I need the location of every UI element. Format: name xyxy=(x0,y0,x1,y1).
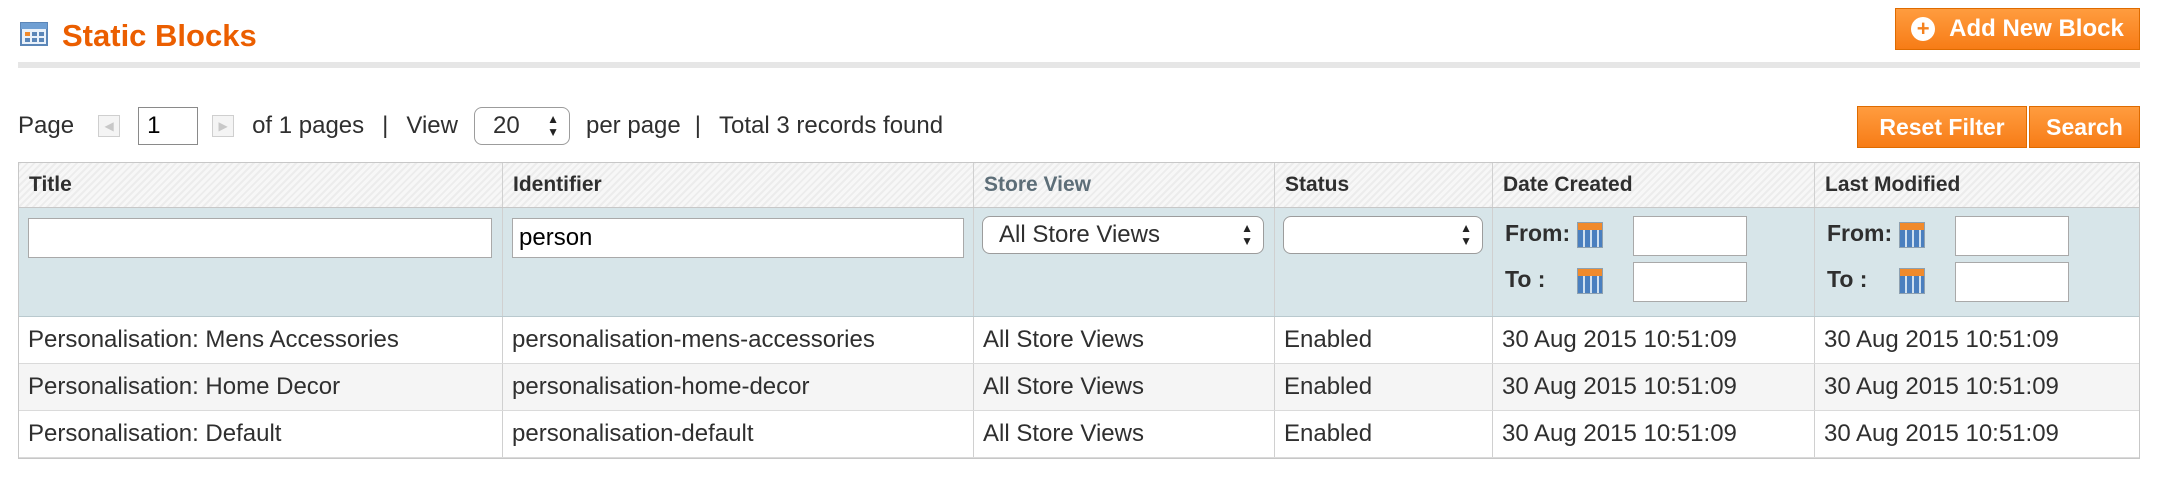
static-blocks-grid: Title Identifier Store View Status Date … xyxy=(18,162,2140,459)
column-header-title[interactable]: Title xyxy=(19,163,503,207)
next-page-icon[interactable]: ▶ xyxy=(212,115,235,137)
updown-arrow-icon: ▲ ▼ xyxy=(547,112,559,139)
cell-status: Enabled xyxy=(1275,411,1493,457)
calendar-icon[interactable] xyxy=(1899,222,1925,248)
filter-cell-identifier xyxy=(503,208,974,316)
cell-identifier: personalisation-mens-accessories xyxy=(503,317,974,363)
cell-status: Enabled xyxy=(1275,317,1493,363)
pager-separator: | xyxy=(382,112,389,139)
view-label: View xyxy=(406,112,458,139)
cell-date-created: 30 Aug 2015 10:51:09 xyxy=(1493,411,1815,457)
grid-icon xyxy=(20,22,48,46)
reset-filter-button[interactable]: Reset Filter xyxy=(1857,106,2027,148)
status-filter-select[interactable]: ▲ ▼ xyxy=(1283,216,1483,254)
page-title: Static Blocks xyxy=(62,18,257,53)
cell-last-modified: 30 Aug 2015 10:51:09 xyxy=(1824,326,2059,353)
pager-separator-2: | xyxy=(694,112,701,139)
updown-arrow-icon: ▲ ▼ xyxy=(1460,221,1472,248)
table-row[interactable]: Personalisation: Home Decor personalisat… xyxy=(19,364,2139,411)
calendar-icon[interactable] xyxy=(1577,268,1603,294)
per-page-value: 20 xyxy=(492,112,520,139)
identifier-filter-input[interactable] xyxy=(512,218,964,258)
filter-cell-store-view: All Store Views ▲ ▼ xyxy=(974,208,1275,316)
cell-title: Personalisation: Default xyxy=(19,411,503,457)
cell-last-modified: 30 Aug 2015 10:51:09 xyxy=(1824,420,2059,447)
column-header-last-modified[interactable]: Last Modified xyxy=(1815,163,2139,207)
header-divider xyxy=(18,62,2140,68)
date-created-from-label: From: xyxy=(1505,220,1571,246)
cell-store-view: All Store Views xyxy=(974,317,1275,363)
cell-store-view: All Store Views xyxy=(974,364,1275,410)
date-created-from-input[interactable] xyxy=(1633,216,1747,256)
column-header-store-view: Store View xyxy=(974,163,1275,207)
grid-header-row: Title Identifier Store View Status Date … xyxy=(19,163,2139,208)
last-modified-from-label: From: xyxy=(1827,220,1893,246)
add-new-block-button[interactable]: + Add New Block xyxy=(1895,8,2140,50)
last-modified-from-input[interactable] xyxy=(1955,216,2069,256)
updown-arrow-icon: ▲ ▼ xyxy=(1241,221,1253,248)
page-label: Page xyxy=(18,112,75,139)
total-records: Total 3 records found xyxy=(718,112,944,139)
filter-cell-last-modified: From: To : xyxy=(1815,208,2139,316)
last-modified-to-input[interactable] xyxy=(1955,262,2069,302)
cell-identifier: personalisation-home-decor xyxy=(503,364,974,410)
add-new-block-label: Add New Block xyxy=(1949,15,2124,42)
filter-cell-date-created: From: To : xyxy=(1493,208,1815,316)
cell-title: Personalisation: Mens Accessories xyxy=(19,317,503,363)
title-filter-input[interactable] xyxy=(28,218,492,258)
per-page-label: per page xyxy=(585,112,681,139)
table-row[interactable]: Personalisation: Mens Accessories person… xyxy=(19,317,2139,364)
calendar-icon[interactable] xyxy=(1577,222,1603,248)
last-modified-to-label: To : xyxy=(1827,266,1868,292)
cell-last-modified: 30 Aug 2015 10:51:09 xyxy=(1824,373,2059,400)
cell-identifier: personalisation-default xyxy=(503,411,974,457)
store-view-filter-select[interactable]: All Store Views ▲ ▼ xyxy=(982,216,1264,254)
cell-date-created: 30 Aug 2015 10:51:09 xyxy=(1493,317,1815,363)
column-header-date-created[interactable]: Date Created xyxy=(1493,163,1815,207)
filter-row: All Store Views ▲▼ ▲▼ From: To : From: T… xyxy=(19,208,2139,317)
cell-date-created: 30 Aug 2015 10:51:09 xyxy=(1493,364,1815,410)
filter-cell-title xyxy=(19,208,503,316)
of-pages-text: of 1 pages xyxy=(252,112,365,139)
search-button[interactable]: Search xyxy=(2029,106,2140,148)
column-header-identifier[interactable]: Identifier xyxy=(503,163,974,207)
date-created-to-label: To : xyxy=(1505,266,1546,292)
cell-title: Personalisation: Home Decor xyxy=(19,364,503,410)
store-view-filter-value: All Store Views xyxy=(999,221,1160,248)
cell-store-view: All Store Views xyxy=(974,411,1275,457)
pager: Page ◀ ▶ of 1 pages | View 20 ▲▼ per pag… xyxy=(18,104,943,148)
column-header-status[interactable]: Status xyxy=(1275,163,1493,207)
plus-icon: + xyxy=(1911,17,1936,41)
page-number-input[interactable] xyxy=(138,107,199,145)
calendar-icon[interactable] xyxy=(1899,268,1925,294)
filter-cell-status: ▲ ▼ xyxy=(1275,208,1493,316)
cell-status: Enabled xyxy=(1275,364,1493,410)
date-created-to-input[interactable] xyxy=(1633,262,1747,302)
table-row[interactable]: Personalisation: Default personalisation… xyxy=(19,411,2139,458)
per-page-select[interactable]: 20 ▲ ▼ xyxy=(473,107,570,145)
prev-page-icon[interactable]: ◀ xyxy=(98,115,121,137)
